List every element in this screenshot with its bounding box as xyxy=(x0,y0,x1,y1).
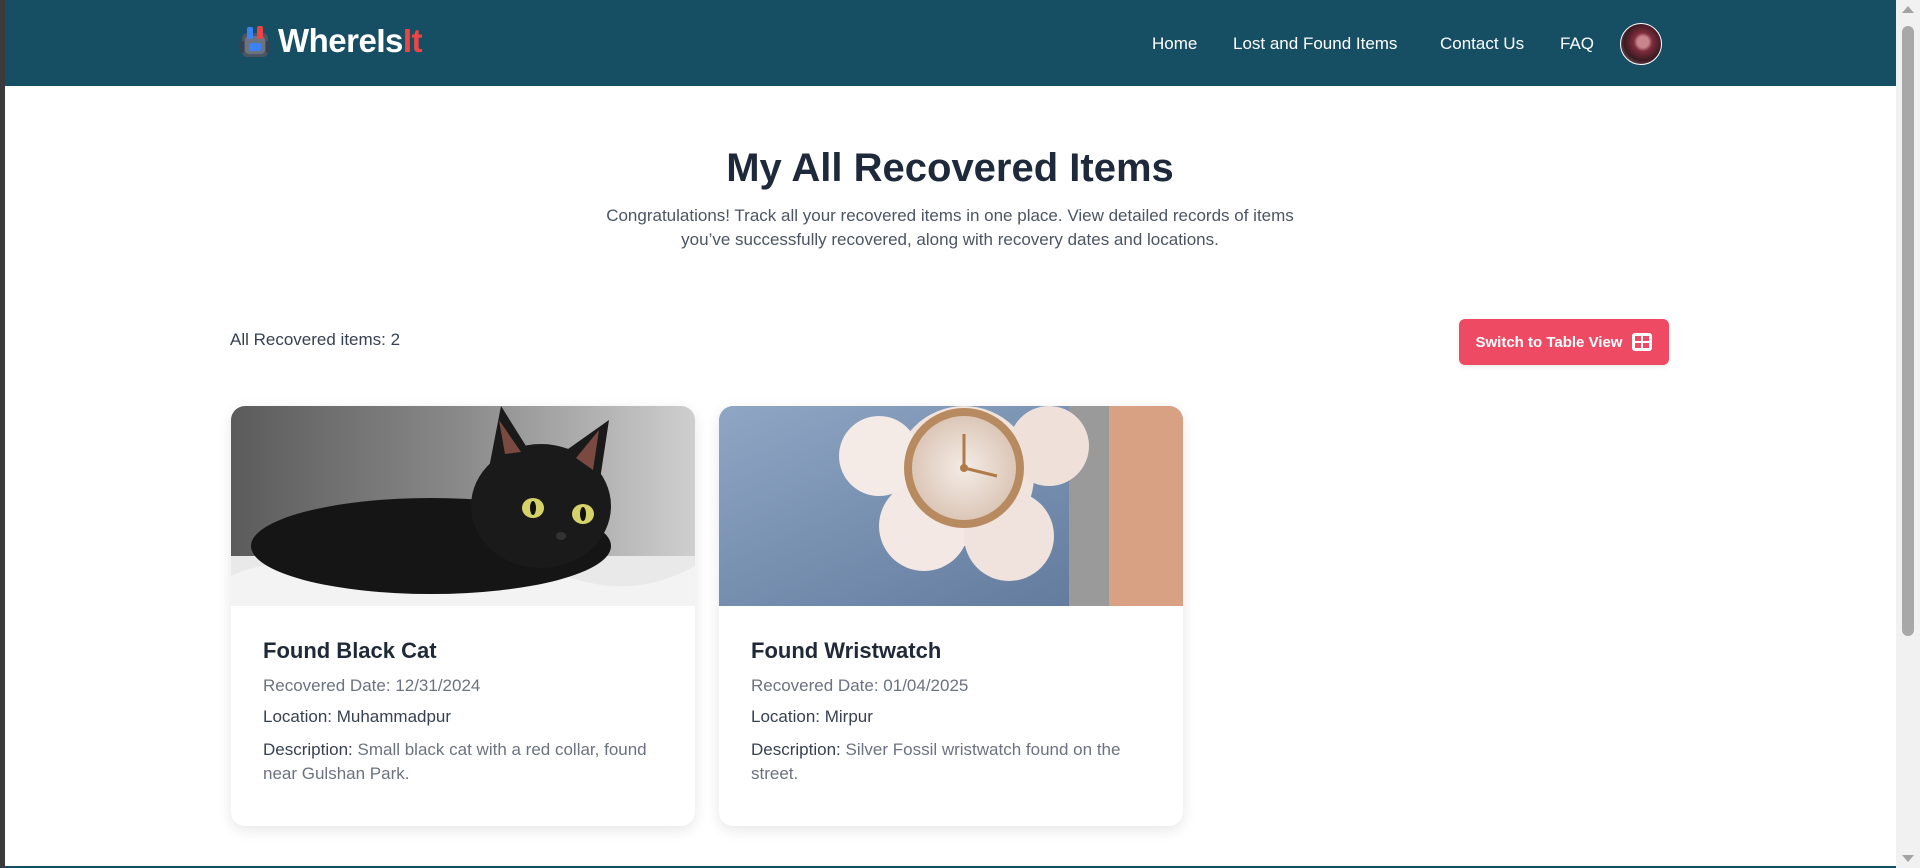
card-body: Found Black Cat Recovered Date: 12/31/20… xyxy=(263,638,663,786)
card-body: Found Wristwatch Recovered Date: 01/04/2… xyxy=(751,638,1151,786)
switch-button-label: Switch to Table View xyxy=(1475,333,1623,351)
black-cat-photo xyxy=(231,406,695,606)
page-title: My All Recovered Items xyxy=(726,146,1174,190)
description-label: Description: xyxy=(751,740,841,759)
nav-home-link[interactable]: Home xyxy=(1152,34,1197,54)
brand-name-accent: It xyxy=(402,22,423,59)
recovered-item-card: Found Wristwatch Recovered Date: 01/04/2… xyxy=(719,406,1183,826)
card-location: Location: Mirpur xyxy=(751,707,873,726)
wristwatch-photo xyxy=(719,406,1183,606)
nav-contact-link[interactable]: Contact Us xyxy=(1440,34,1524,54)
table-grid-icon xyxy=(1632,333,1653,351)
card-title: Found Wristwatch xyxy=(751,638,942,663)
window-frame xyxy=(0,0,5,868)
user-avatar[interactable] xyxy=(1620,23,1662,65)
card-recovered-date: Recovered Date: 01/04/2025 xyxy=(751,676,969,695)
brand-logo-link[interactable]: WhereIsIt xyxy=(238,22,423,60)
vertical-scrollbar[interactable] xyxy=(1896,0,1920,868)
brand-name: WhereIsIt xyxy=(278,22,423,59)
scroll-up-arrow-icon[interactable] xyxy=(1902,6,1914,13)
scroll-down-arrow-icon[interactable] xyxy=(1902,855,1914,862)
backpack-logo-icon xyxy=(238,23,272,59)
switch-to-table-view-button[interactable]: Switch to Table View xyxy=(1459,319,1669,365)
card-description: Description: Silver Fossil wristwatch fo… xyxy=(751,738,1151,786)
nav-lost-found-link[interactable]: Lost and Found Items xyxy=(1233,34,1397,54)
recovered-count: All Recovered items: 2 xyxy=(230,330,401,349)
card-title: Found Black Cat xyxy=(263,638,437,663)
recovered-item-card: Found Black Cat Recovered Date: 12/31/20… xyxy=(231,406,695,826)
navbar: WhereIsIt Home Lost and Found Items Cont… xyxy=(5,0,1896,86)
card-recovered-date: Recovered Date: 12/31/2024 xyxy=(263,676,481,695)
page-subtitle: Congratulations! Track all your recovere… xyxy=(606,206,1294,249)
description-label: Description: xyxy=(263,740,353,759)
card-location: Location: Muhammadpur xyxy=(263,707,452,726)
nav-faq-link[interactable]: FAQ xyxy=(1560,34,1594,54)
card-description: Description: Small black cat with a red … xyxy=(263,738,663,786)
scrollbar-thumb[interactable] xyxy=(1902,26,1914,636)
